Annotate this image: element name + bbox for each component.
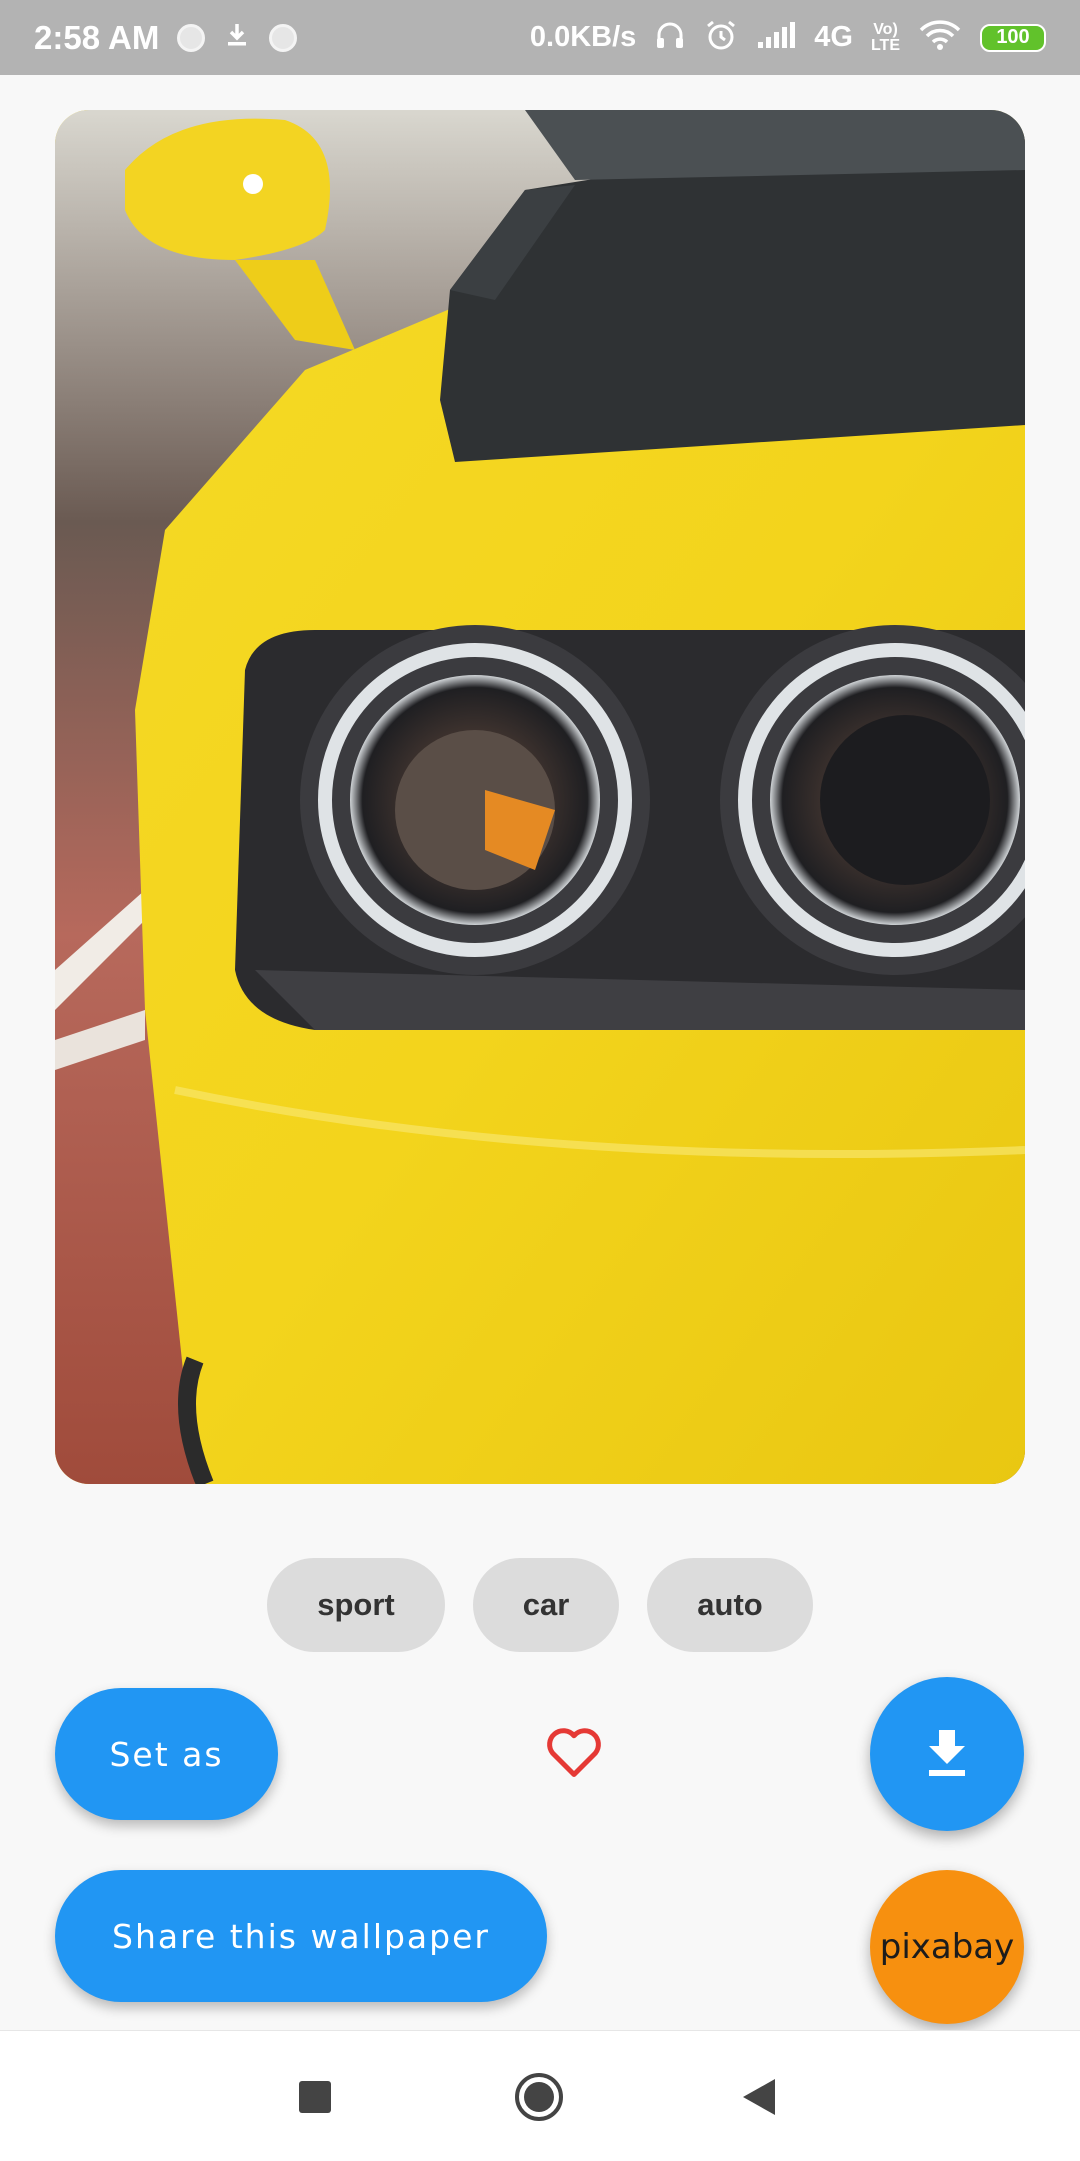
tag-chip-sport[interactable]: sport (267, 1558, 445, 1652)
signal-icon (756, 20, 796, 55)
status-bar-left: 2:58 AM (34, 18, 298, 57)
volte-bottom: LTE (870, 36, 900, 54)
tag-chip-car[interactable]: car (472, 1558, 620, 1652)
battery-icon: 100 (980, 23, 1046, 52)
status-bar-right: 0.0KB/s 4G Vo) LTE 100 (530, 18, 1046, 57)
pixabay-logo: pixabay (879, 1927, 1015, 1967)
navigation-bar (0, 2030, 1080, 2161)
car-headlight-image (55, 110, 1025, 1484)
tag-chip-auto[interactable]: auto (647, 1558, 813, 1652)
tag-list: sport car auto (0, 1558, 1080, 1652)
download-button[interactable] (870, 1677, 1024, 1831)
heart-outline-icon[interactable] (544, 1724, 604, 1780)
download-icon (223, 21, 251, 54)
headphones-icon (654, 19, 686, 56)
net-speed: 0.0KB/s (529, 21, 637, 53)
status-time: 2:58 AM (34, 18, 160, 56)
set-as-button[interactable]: Set as (55, 1688, 278, 1820)
status-bar: 2:58 AM 0.0KB/s 4G Vo) LTE 100 (0, 0, 1080, 75)
volte-indicator: Vo) LTE (870, 20, 900, 54)
network-type: 4G (814, 21, 853, 53)
home-circle-icon[interactable] (515, 2073, 563, 2121)
home-circle-inner (524, 2082, 554, 2112)
wifi-icon (918, 19, 962, 56)
alarm-icon (704, 18, 738, 57)
download-icon (923, 1726, 971, 1783)
notification-dot-icon (269, 23, 298, 52)
notification-dot-icon (177, 23, 206, 52)
wallpaper-image[interactable] (55, 110, 1025, 1484)
pixabay-button[interactable]: pixabay (870, 1870, 1024, 2024)
share-wallpaper-button[interactable]: Share this wallpaper (55, 1870, 547, 2002)
back-triangle-icon[interactable] (743, 2079, 775, 2115)
volte-top: Vo) (873, 20, 898, 38)
recents-square-icon[interactable] (299, 2081, 331, 2113)
